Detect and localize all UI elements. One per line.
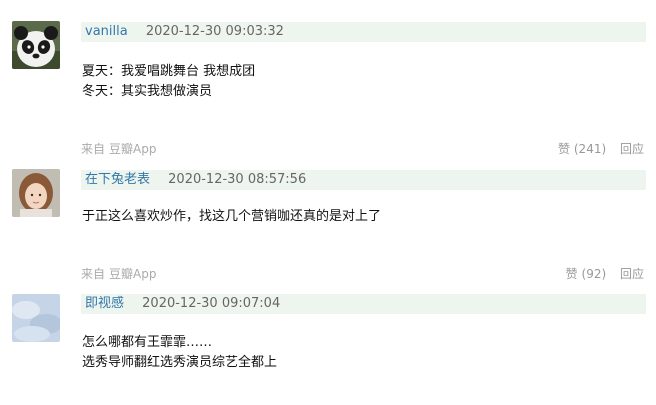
vote-label: 赞 (565, 267, 578, 281)
source-app-link[interactable]: 豆瓣App (109, 142, 156, 156)
vote-label: 赞 (558, 142, 571, 156)
vote-button[interactable]: 赞 (241) (558, 142, 606, 156)
avatar[interactable] (12, 21, 60, 69)
comment-header: 即视感 2020-12-30 09:07:04 (81, 294, 646, 314)
vote-count: (92) (581, 267, 607, 281)
reply-button[interactable]: 回应 (620, 267, 644, 281)
source-prefix: 来自 (81, 267, 106, 281)
comment-actions: 赞 (92) 回应 (566, 265, 644, 283)
comment-actions: 赞 (241) 回应 (558, 140, 644, 158)
vote-button[interactable]: 赞 (92) (566, 267, 606, 281)
comment-author-link[interactable]: vanilla (85, 24, 128, 39)
avatar[interactable] (12, 294, 60, 342)
comment-header: vanilla 2020-12-30 09:03:32 (81, 22, 646, 42)
source-prefix: 来自 (81, 142, 106, 156)
comment-content: 夏天：我爱唱跳舞台 我想成团 冬天：其实我想做演员 (82, 62, 255, 102)
reply-button[interactable]: 回应 (620, 142, 644, 156)
comment-line: 选秀导师翻红选秀演员综艺全都上 (82, 355, 278, 370)
avatar[interactable] (12, 169, 60, 217)
comment-line: 夏天：我爱唱跳舞台 我想成团 (82, 64, 256, 79)
comment-header: 在下兔老表 2020-12-30 08:57:56 (81, 170, 646, 190)
comment-line: 冬天：其实我想做演员 (82, 84, 213, 99)
comment-content: 于正这么喜欢炒作，找这几个营销咖还真的是对上了 (82, 207, 381, 227)
vote-count: (241) (573, 142, 607, 156)
comment-meta: 来自 豆瓣App 赞 (241) 回应 (81, 140, 646, 158)
comment-content: 怎么哪都有王霏霏…… 选秀导师翻红选秀演员综艺全都上 (82, 333, 277, 373)
source-app-link[interactable]: 豆瓣App (109, 267, 156, 281)
comment-meta: 来自 豆瓣App 赞 (92) 回应 (81, 265, 646, 283)
comment-time: 2020-12-30 09:03:32 (145, 24, 284, 39)
comment-author-link[interactable]: 在下兔老表 (85, 172, 150, 187)
comment-author-link[interactable]: 即视感 (85, 296, 124, 311)
comment-time: 2020-12-30 08:57:56 (168, 172, 307, 187)
comment-time: 2020-12-30 09:07:04 (142, 296, 281, 311)
comment-line: 于正这么喜欢炒作，找这几个营销咖还真的是对上了 (82, 209, 382, 224)
comment-line: 怎么哪都有王霏霏…… (82, 335, 213, 350)
